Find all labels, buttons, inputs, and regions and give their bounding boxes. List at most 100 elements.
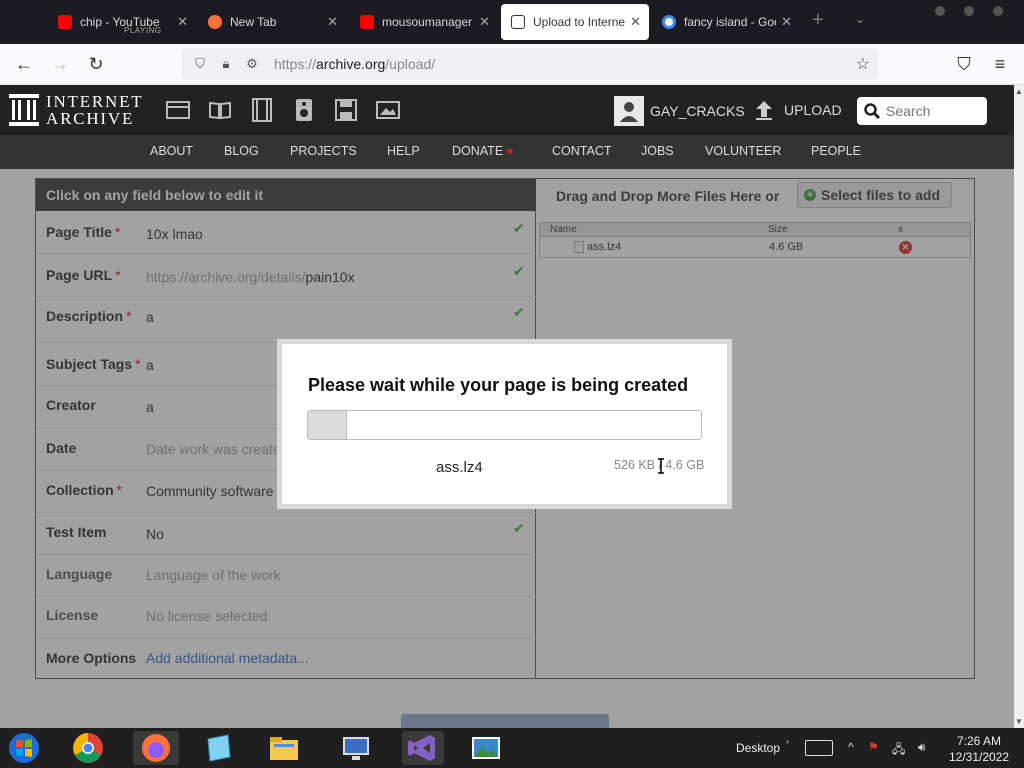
maximize-button[interactable] — [964, 6, 974, 16]
firefox-menu-icon[interactable] — [0, 4, 20, 40]
video-icon[interactable] — [250, 98, 274, 122]
nav-about[interactable]: ABOUT — [150, 144, 193, 158]
site-search-box[interactable] — [857, 97, 987, 125]
tab-youtube-chip[interactable]: chip - YouTube PLAYING ✕ — [48, 4, 196, 40]
scroll-up-icon[interactable]: ▲ — [1015, 87, 1023, 96]
images-icon[interactable] — [376, 98, 400, 122]
audio-icon[interactable] — [292, 98, 316, 122]
search-input[interactable] — [886, 103, 981, 119]
nav-donate-label: DONATE — [452, 144, 504, 158]
taskbar-clock[interactable]: 7:26 AM 12/31/2022 — [946, 733, 1012, 765]
heart-icon: ♥ — [506, 146, 514, 158]
tab-title: fancy island - Goo — [684, 15, 776, 29]
screen: chip - YouTube PLAYING ✕ New Tab ✕ mouso… — [0, 0, 1024, 768]
url-scheme: https:// — [274, 56, 317, 72]
browser-nav-bar: ← → ↻ ⛉ 🔒︎ ⚙ https://archive.org/upload/… — [0, 44, 1024, 85]
nav-volunteer[interactable]: VOLUNTEER — [705, 144, 781, 158]
photos-icon[interactable] — [468, 731, 504, 765]
nav-jobs[interactable]: JOBS — [641, 144, 674, 158]
tab-playing-label: PLAYING — [124, 26, 162, 35]
permissions-icon[interactable]: ⚙ — [244, 56, 260, 72]
dialog-title: Please wait while your page is being cre… — [308, 375, 689, 395]
text-cursor-icon — [658, 458, 664, 474]
tab-close-icon[interactable]: ✕ — [630, 14, 641, 30]
tab-youtube-mousoumanager[interactable]: mousoumanager - ✕ — [350, 4, 498, 40]
visual-studio-icon[interactable] — [402, 731, 444, 765]
reload-icon[interactable]: ↻ — [84, 53, 108, 77]
show-hidden-icons[interactable]: ^ — [848, 740, 854, 754]
url-text[interactable]: https://archive.org/upload/ — [274, 56, 435, 72]
start-button[interactable] — [6, 731, 42, 765]
uploading-file-name: ass.lz4 — [436, 459, 483, 476]
upload-icon[interactable] — [754, 99, 774, 121]
user-avatar[interactable] — [614, 96, 644, 126]
clock-time: 7:26 AM — [956, 734, 1002, 748]
new-tab-button[interactable]: + — [812, 10, 824, 30]
minimize-button[interactable] — [935, 6, 945, 16]
youtube-icon — [360, 15, 374, 29]
network-icon[interactable]: 🖧︎ — [892, 740, 905, 761]
tab-google-fancy-island[interactable]: fancy island - Goo ✕ — [652, 4, 800, 40]
back-arrow-icon[interactable]: ← — [12, 53, 36, 77]
tab-title: mousoumanager - — [382, 15, 474, 29]
remote-desktop-icon[interactable] — [338, 731, 374, 765]
close-window-button[interactable] — [993, 6, 1003, 16]
forward-arrow-icon[interactable]: → — [48, 53, 72, 77]
username-link[interactable]: GAY_CRACKS — [650, 103, 745, 119]
list-all-tabs-icon[interactable]: ⌄ — [855, 12, 865, 26]
firefox-icon — [208, 15, 222, 29]
progress-dialog: Please wait while your page is being cre… — [277, 339, 732, 509]
nav-projects[interactable]: PROJECTS — [290, 144, 357, 158]
url-bar[interactable]: ⛉ 🔒︎ ⚙ https://archive.org/upload/ ☆ — [182, 48, 878, 80]
page-scrollbar[interactable]: ▲ ▼ — [1014, 85, 1024, 728]
toolbar-chevron-icon[interactable]: › — [786, 736, 789, 746]
tab-title: Upload to Interne — [533, 15, 625, 29]
logo-line-2: ARCHIVE — [46, 109, 135, 128]
tab-close-icon[interactable]: ✕ — [479, 14, 490, 30]
nav-help[interactable]: HELP — [387, 144, 420, 158]
upload-link[interactable]: UPLOAD — [784, 102, 842, 118]
shield-icon[interactable]: ⛉ — [192, 56, 208, 72]
tab-close-icon[interactable]: ✕ — [781, 14, 792, 30]
site-subnav: ABOUT BLOG PROJECTS HELP DONATE ♥ CONTAC… — [0, 135, 1014, 169]
chrome-icon[interactable] — [70, 731, 106, 765]
touch-keyboard-icon[interactable] — [805, 740, 833, 756]
logo-line-1: INTERNET — [46, 92, 144, 111]
tab-new-tab[interactable]: New Tab ✕ — [198, 4, 346, 40]
nav-blog[interactable]: BLOG — [224, 144, 259, 158]
tab-upload-archive[interactable]: Upload to Interne ✕ — [501, 4, 649, 40]
scroll-down-icon[interactable]: ▼ — [1015, 717, 1023, 726]
bookmark-star-icon[interactable]: ☆ — [856, 54, 870, 74]
archive-icon — [511, 15, 525, 29]
nav-people[interactable]: PEOPLE — [811, 144, 861, 158]
site-logo-text[interactable]: INTERNET ARCHIVE — [46, 93, 144, 127]
nav-donate[interactable]: DONATE ♥ — [452, 144, 513, 158]
software-icon[interactable] — [334, 98, 358, 122]
progress-fill — [308, 411, 348, 439]
volume-icon[interactable]: 🔊︎ — [918, 740, 926, 755]
desktop-toolbar-label[interactable]: Desktop — [736, 741, 780, 755]
archive-logo-icon[interactable] — [8, 93, 40, 127]
tab-close-icon[interactable]: ✕ — [177, 14, 188, 30]
notepad-icon[interactable] — [200, 731, 236, 765]
pocket-icon[interactable]: ⛉ — [952, 53, 976, 77]
google-icon — [662, 15, 676, 29]
nav-contact[interactable]: CONTACT — [552, 144, 612, 158]
taskbar: Desktop › ^ ⚑ 🖧︎ 🔊︎ 7:26 AM 12/31/2022 — [0, 728, 1024, 768]
texts-icon[interactable] — [208, 98, 232, 122]
lock-icon[interactable]: 🔒︎ — [218, 56, 234, 72]
hamburger-menu-icon[interactable]: ≡ — [988, 53, 1012, 77]
file-explorer-icon[interactable] — [266, 731, 302, 765]
web-icon[interactable] — [166, 98, 190, 122]
url-host: archive.org — [316, 56, 386, 72]
tab-title: New Tab — [230, 15, 277, 29]
upload-progress-bar — [307, 410, 702, 440]
browser-tab-bar: chip - YouTube PLAYING ✕ New Tab ✕ mouso… — [0, 0, 1024, 44]
firefox-taskbar-icon[interactable] — [133, 731, 179, 765]
search-icon — [864, 103, 880, 119]
action-center-icon[interactable]: ⚑ — [868, 740, 879, 754]
tab-close-icon[interactable]: ✕ — [327, 14, 338, 30]
url-path: /upload/ — [385, 56, 436, 72]
youtube-icon — [58, 15, 72, 29]
clock-date: 12/31/2022 — [948, 750, 1010, 764]
